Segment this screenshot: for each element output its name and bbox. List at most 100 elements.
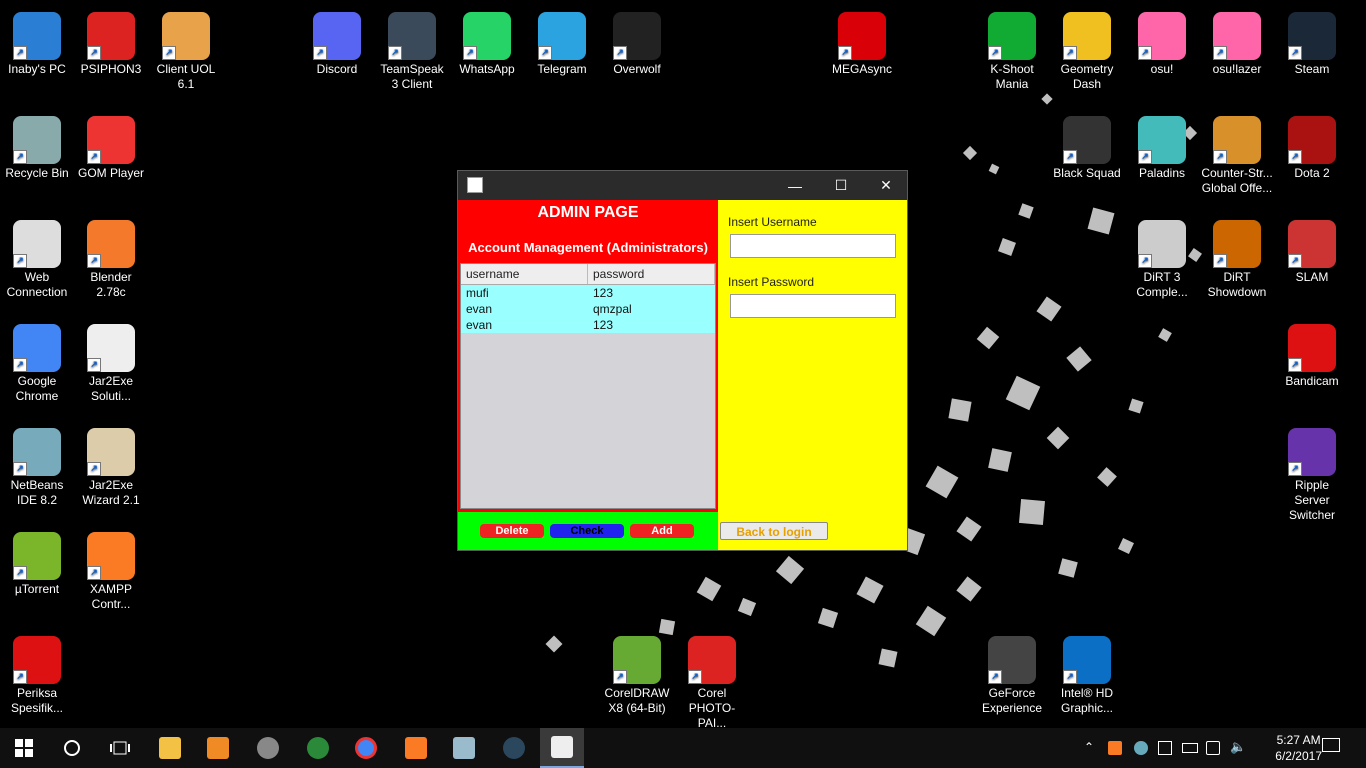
- action-center-icon[interactable]: [1322, 738, 1340, 752]
- desktop-icon-label: DiRT Showdown: [1207, 270, 1267, 299]
- desktop-icon[interactable]: ↗ Google Chrome: [1, 320, 73, 404]
- tray-chevron-icon[interactable]: ⌃: [1084, 740, 1094, 754]
- taskbar-file-explorer[interactable]: [148, 728, 192, 768]
- taskbar-netbeans[interactable]: [442, 728, 486, 768]
- app-icon: ↗: [1063, 636, 1111, 684]
- desktop-icon[interactable]: ↗ Bandicam: [1276, 320, 1348, 389]
- check-button[interactable]: Check: [550, 524, 624, 538]
- column-header-username[interactable]: username: [461, 264, 588, 284]
- taskbar-xampp[interactable]: [394, 728, 438, 768]
- desktop-icon[interactable]: ↗ µTorrent: [1, 528, 73, 597]
- desktop-icon[interactable]: ↗ osu!: [1126, 8, 1198, 77]
- taskbar-steam[interactable]: [492, 728, 536, 768]
- tray-volume-icon[interactable]: 🔈: [1230, 739, 1246, 755]
- tray-steam-icon[interactable]: [1134, 741, 1148, 755]
- add-button[interactable]: Add: [630, 524, 694, 538]
- desktop-icon[interactable]: ↗ Dota 2: [1276, 112, 1348, 181]
- desktop-icon[interactable]: ↗ SLAM: [1276, 216, 1348, 285]
- desktop-icon[interactable]: ↗ K-Shoot Mania: [976, 8, 1048, 92]
- desktop-icon[interactable]: ↗ Jar2Exe Wizard 2.1: [75, 424, 147, 508]
- username-field[interactable]: [730, 234, 896, 258]
- desktop-icon[interactable]: ↗ Corel PHOTO-PAI...: [676, 632, 748, 731]
- desktop-icon[interactable]: ↗ WhatsApp: [451, 8, 523, 77]
- desktop-icon[interactable]: ↗ Discord: [301, 8, 373, 77]
- cortana-button[interactable]: [50, 728, 94, 768]
- desktop-icon[interactable]: ↗ Overwolf: [601, 8, 673, 77]
- desktop-icon[interactable]: ↗ XAMPP Contr...: [75, 528, 147, 612]
- start-button[interactable]: [2, 728, 46, 768]
- desktop-icon[interactable]: ↗ Web Connection: [1, 216, 73, 300]
- desktop-icon[interactable]: ↗ Jar2Exe Soluti...: [75, 320, 147, 404]
- globe-icon: [307, 737, 329, 759]
- shortcut-arrow-icon: ↗: [162, 46, 176, 60]
- desktop-icon[interactable]: ↗ GOM Player: [75, 112, 147, 181]
- tray-battery-icon[interactable]: [1182, 743, 1198, 753]
- taskbar-clock[interactable]: 5:27 AM 6/2/2017: [1275, 732, 1322, 764]
- steam-icon: [503, 737, 525, 759]
- desktop-icon[interactable]: ↗ TeamSpeak 3 Client: [376, 8, 448, 92]
- desktop-icon[interactable]: ↗ Intel® HD Graphic...: [1051, 632, 1123, 716]
- minimize-button[interactable]: —: [772, 171, 818, 200]
- desktop-icon[interactable]: ↗ osu!lazer: [1201, 8, 1273, 77]
- desktop-icon[interactable]: ↗ Client UOL 6.1: [150, 8, 222, 92]
- shortcut-arrow-icon: ↗: [87, 566, 101, 580]
- tray-device-icon[interactable]: [1206, 741, 1220, 755]
- desktop-icon[interactable]: ↗ GeForce Experience: [976, 632, 1048, 716]
- task-view-button[interactable]: [98, 728, 142, 768]
- maximize-button[interactable]: ☐: [818, 171, 864, 200]
- cell-password: qmzpal: [593, 302, 632, 316]
- app-icon: ↗: [838, 12, 886, 60]
- column-header-password[interactable]: password: [588, 264, 715, 284]
- tray-xampp-icon[interactable]: [1108, 741, 1122, 755]
- desktop-icon[interactable]: ↗ Black Squad: [1051, 112, 1123, 181]
- app-icon: ↗: [988, 12, 1036, 60]
- desktop-icon[interactable]: ↗ Inaby's PC: [1, 8, 73, 77]
- desktop-icon[interactable]: ↗ NetBeans IDE 8.2: [1, 424, 73, 508]
- taskbar-clock-app[interactable]: [246, 728, 290, 768]
- app-icon: ↗: [13, 324, 61, 372]
- desktop-icon[interactable]: ↗ Counter-Str... Global Offe...: [1201, 112, 1273, 196]
- desktop-icon[interactable]: ↗ Ripple Server Switcher: [1276, 424, 1348, 523]
- desktop-icon-label: GOM Player: [77, 166, 144, 180]
- desktop-icon[interactable]: ↗ PSIPHON3: [75, 8, 147, 77]
- table-row[interactable]: evan 123: [461, 317, 715, 333]
- table-row[interactable]: evan qmzpal: [461, 301, 715, 317]
- password-field[interactable]: [730, 294, 896, 318]
- desktop-icon[interactable]: ↗ Telegram: [526, 8, 598, 77]
- desktop-icon[interactable]: ↗ DiRT 3 Comple...: [1126, 216, 1198, 300]
- desktop-icon-label: Bandicam: [1285, 374, 1339, 388]
- shortcut-arrow-icon: ↗: [988, 46, 1002, 60]
- back-to-login-button[interactable]: Back to login: [720, 522, 828, 540]
- table-header: username password: [461, 264, 715, 285]
- accounts-table[interactable]: username password mufi 123 evan qmzpal e…: [460, 263, 716, 509]
- page-subtitle: Account Management (Administrators): [468, 240, 708, 255]
- desktop-icon[interactable]: ↗ DiRT Showdown: [1201, 216, 1273, 300]
- shortcut-arrow-icon: ↗: [87, 254, 101, 268]
- cell-username: evan: [466, 318, 493, 332]
- desktop-icon[interactable]: ↗ Geometry Dash: [1051, 8, 1123, 92]
- app-icon: ↗: [1288, 12, 1336, 60]
- desktop-icon[interactable]: ↗ CorelDRAW X8 (64-Bit): [601, 632, 673, 716]
- app-icon: ↗: [688, 636, 736, 684]
- taskbar-java-app[interactable]: [540, 728, 584, 768]
- app-icon: ↗: [613, 636, 661, 684]
- desktop-icon-label: Ripple Server Switcher: [1288, 478, 1335, 522]
- desktop-icon-label: XAMPP Contr...: [89, 582, 132, 611]
- taskbar-chrome[interactable]: [344, 728, 388, 768]
- taskbar-media-player[interactable]: [196, 728, 240, 768]
- desktop-icon[interactable]: ↗ MEGAsync: [826, 8, 898, 77]
- desktop-icon[interactable]: ↗ Paladins: [1126, 112, 1198, 181]
- app-icon: ↗: [87, 532, 135, 580]
- window-titlebar[interactable]: — ☐ ✕: [458, 171, 907, 200]
- desktop-icon[interactable]: ↗ Steam: [1276, 8, 1348, 77]
- delete-button[interactable]: Delete: [480, 524, 544, 538]
- desktop-icon[interactable]: ↗ Periksa Spesifik...: [1, 632, 73, 716]
- taskbar-app[interactable]: [296, 728, 340, 768]
- desktop-icon[interactable]: ↗ Blender 2.78c: [75, 216, 147, 300]
- desktop-icon[interactable]: ↗ Recycle Bin: [1, 112, 73, 181]
- desktop-icon-label: DiRT 3 Comple...: [1136, 270, 1188, 299]
- close-button[interactable]: ✕: [863, 171, 909, 200]
- tray-network-icon[interactable]: [1158, 741, 1172, 755]
- desktop-icon-label: Jar2Exe Soluti...: [88, 374, 134, 403]
- table-row[interactable]: mufi 123: [461, 285, 715, 301]
